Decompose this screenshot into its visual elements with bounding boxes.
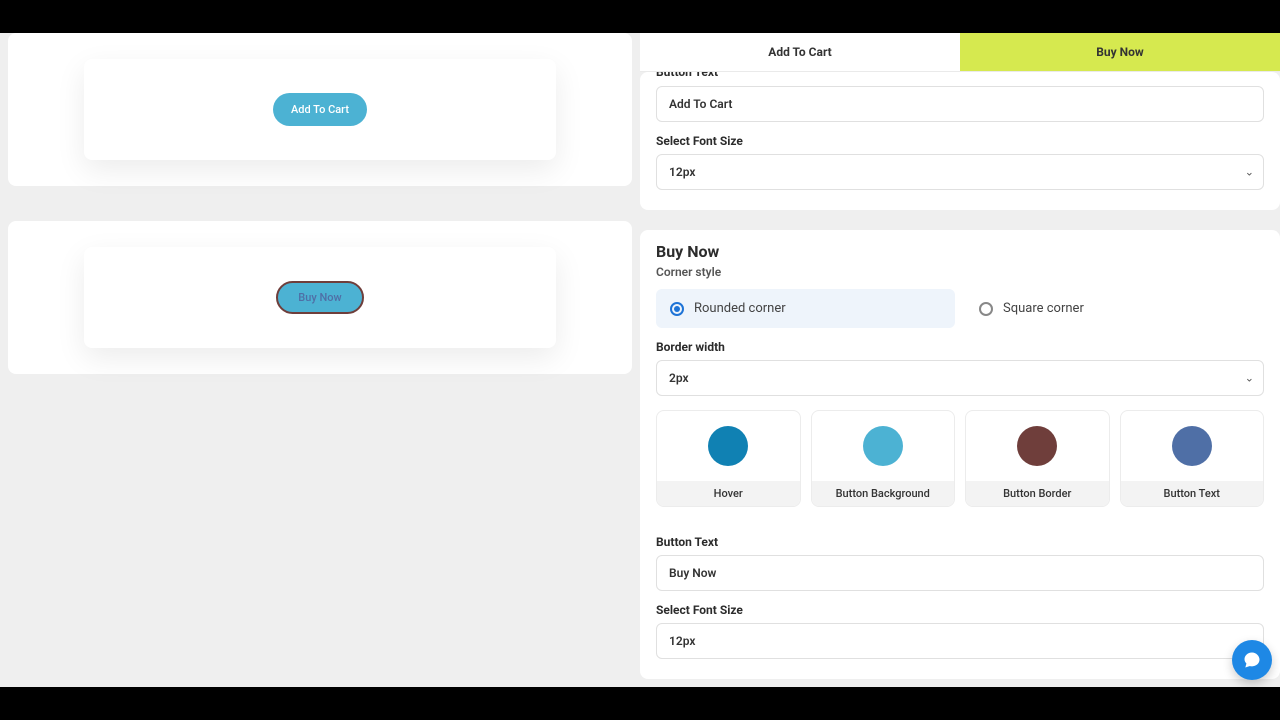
- color-circle: [1017, 426, 1057, 466]
- tab-add-to-cart[interactable]: Add To Cart: [640, 33, 960, 71]
- radio-rounded-corner[interactable]: Rounded corner: [656, 289, 955, 328]
- border-width-label: Border width: [656, 340, 1264, 354]
- panel-add-to-cart-partial: Button Text Select Font Size 12px ⌄: [640, 72, 1280, 210]
- border-width-select-wrap: 2px ⌄: [656, 360, 1264, 396]
- preview-inner: Buy Now: [84, 247, 556, 348]
- corner-style-label: Corner style: [656, 265, 1264, 279]
- swatch-color-area: [966, 411, 1109, 481]
- settings-column: Add To Cart Buy Now Button Text Select F…: [640, 33, 1280, 687]
- color-circle: [863, 426, 903, 466]
- add-to-cart-font-size-select[interactable]: 12px: [656, 154, 1264, 190]
- swatch-color-area: [812, 411, 955, 481]
- radio-label: Square corner: [1003, 301, 1084, 316]
- button-text-label: Button Text: [656, 535, 1264, 549]
- settings-tabs: Add To Cart Buy Now: [640, 33, 1280, 72]
- buy-now-font-size-select[interactable]: 12px: [656, 623, 1264, 659]
- corner-style-radio-group: Rounded corner Square corner: [656, 289, 1264, 328]
- preview-add-to-cart-button[interactable]: Add To Cart: [273, 93, 367, 126]
- swatch-hover[interactable]: Hover: [656, 410, 801, 507]
- preview-card-buy-now: Buy Now: [8, 221, 632, 374]
- panel-buy-now: Buy Now Corner style Rounded corner Squa…: [640, 230, 1280, 679]
- preview-card-add-to-cart: Add To Cart: [8, 33, 632, 186]
- radio-square-corner[interactable]: Square corner: [965, 289, 1264, 328]
- tab-buy-now[interactable]: Buy Now: [960, 33, 1280, 71]
- preview-inner: Add To Cart: [84, 59, 556, 160]
- font-size-select-wrap: 12px ⌄: [656, 154, 1264, 190]
- swatch-label: Hover: [657, 481, 800, 506]
- swatch-label: Button Background: [812, 481, 955, 506]
- button-text-label-cut: Button Text: [656, 72, 1264, 78]
- preview-column: Add To Cart Buy Now: [0, 33, 640, 687]
- preview-buy-now-button[interactable]: Buy Now: [276, 281, 363, 314]
- color-circle: [708, 426, 748, 466]
- swatch-label: Button Border: [966, 481, 1109, 506]
- add-to-cart-text-input[interactable]: [656, 86, 1264, 122]
- swatch-button-border[interactable]: Button Border: [965, 410, 1110, 507]
- font-size-select-wrap: 12px ⌄: [656, 623, 1264, 659]
- radio-dot-icon: [979, 302, 993, 316]
- radio-label: Rounded corner: [694, 301, 786, 316]
- app-root: Add To Cart Buy Now Add To Cart Buy Now …: [0, 33, 1280, 687]
- swatch-color-area: [657, 411, 800, 481]
- font-size-label: Select Font Size: [656, 134, 1264, 148]
- font-size-label: Select Font Size: [656, 603, 1264, 617]
- swatch-label: Button Text: [1121, 481, 1264, 506]
- color-swatches-row: Hover Button Background Button Border Bu…: [656, 410, 1264, 507]
- color-circle: [1172, 426, 1212, 466]
- settings-scroll[interactable]: Button Text Select Font Size 12px ⌄ Buy …: [640, 72, 1280, 679]
- buy-now-section-title: Buy Now: [656, 242, 1264, 261]
- chat-icon: [1242, 650, 1262, 670]
- border-width-select[interactable]: 2px: [656, 360, 1264, 396]
- buy-now-text-input[interactable]: [656, 555, 1264, 591]
- radio-dot-icon: [670, 302, 684, 316]
- swatch-color-area: [1121, 411, 1264, 481]
- swatch-button-text[interactable]: Button Text: [1120, 410, 1265, 507]
- swatch-button-background[interactable]: Button Background: [811, 410, 956, 507]
- chat-fab-button[interactable]: [1232, 640, 1272, 680]
